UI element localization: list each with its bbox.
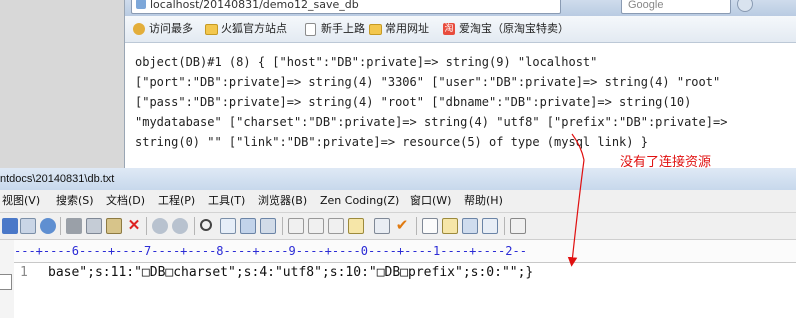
gear-icon	[133, 23, 145, 35]
editor-window: ntdocs\20140831\db.txt 视图(V) 搜索(S) 文档(D)…	[0, 168, 796, 318]
bookmark-label: 常用网址	[385, 22, 429, 35]
editor-toolbar: ✕ ✔	[0, 213, 796, 240]
bookmark-label: 火狐官方站点	[221, 22, 287, 35]
left-gutter	[0, 240, 15, 318]
word-wrap-icon[interactable]	[328, 218, 344, 234]
print-icon[interactable]	[2, 218, 18, 234]
taobao-icon: 淘	[443, 23, 455, 35]
menu-project[interactable]: 工程(P)	[158, 190, 195, 212]
spellcheck-icon[interactable]	[20, 218, 36, 234]
menu-window[interactable]: 窗口(W)	[410, 190, 451, 212]
code-line[interactable]: base";s:11:"□DB□charset";s:4:"utf8";s:10…	[48, 263, 533, 283]
search-placeholder: Google	[628, 0, 664, 11]
bookmark-common-sites[interactable]: 常用网址	[369, 21, 429, 37]
bookmark-most-visited[interactable]: 访问最多	[133, 21, 193, 37]
help-icon[interactable]	[510, 218, 526, 234]
menu-browser[interactable]: 浏览器(B)	[258, 190, 307, 212]
find-in-files-icon[interactable]	[240, 218, 256, 234]
menu-document[interactable]: 文档(D)	[106, 190, 145, 212]
bookmark-label: 访问最多	[149, 22, 193, 35]
editor-text-area[interactable]: 1 base";s:11:"□DB□charset";s:4:"utf8";s:…	[14, 263, 796, 318]
site-favicon-icon	[136, 0, 146, 9]
bookmark-firefox-site[interactable]: 火狐官方站点	[205, 21, 287, 37]
menu-zen-coding[interactable]: Zen Coding(Z)	[320, 190, 399, 212]
line-numbers-icon[interactable]	[348, 218, 364, 234]
redo-icon[interactable]	[172, 218, 188, 234]
editor-title-bar: ntdocs\20140831\db.txt	[0, 168, 796, 190]
address-bar[interactable]: localhost/20140831/demo12_save_db	[131, 0, 561, 14]
menu-search[interactable]: 搜索(S)	[56, 190, 94, 212]
toolbar-divider	[194, 217, 195, 235]
column-ruler: ---+----6----+----7----+----8----+----9-…	[14, 240, 796, 263]
spell-toggle-icon[interactable]	[374, 218, 390, 234]
folder-icon	[369, 24, 382, 35]
find-icon[interactable]	[200, 219, 212, 231]
hex-icon[interactable]	[308, 218, 324, 234]
folder-icon	[205, 24, 218, 35]
bookmark-label: 新手上路	[321, 22, 365, 35]
bookmark-taobao[interactable]: 淘 爱淘宝（原淘宝特卖）	[443, 21, 569, 37]
delete-icon[interactable]: ✕	[126, 218, 142, 234]
annotation-text: 没有了连接资源	[620, 155, 712, 170]
toolbar-divider	[504, 217, 505, 235]
cut-icon[interactable]	[66, 218, 82, 234]
address-bar-text: localhost/20140831/demo12_save_db	[150, 0, 359, 11]
page-output: object(DB)#1 (8) { ["host":"DB":private]…	[135, 52, 727, 152]
output-line: ["pass":"DB":private]=> string(4) "root"…	[135, 95, 692, 109]
menu-tools[interactable]: 工具(T)	[208, 190, 245, 212]
clip-library-icon[interactable]	[482, 218, 498, 234]
menu-help[interactable]: 帮助(H)	[464, 190, 503, 212]
toolbar-divider	[60, 217, 61, 235]
undo-icon[interactable]	[152, 218, 168, 234]
browser-navbar: localhost/20140831/demo12_save_db Google	[125, 0, 796, 16]
search-input[interactable]: Google	[621, 0, 731, 14]
browser-window: localhost/20140831/demo12_save_db Google…	[124, 0, 796, 168]
paste-icon[interactable]	[106, 218, 122, 234]
output-window-icon[interactable]	[442, 218, 458, 234]
editor-menu-bar: 视图(V) 搜索(S) 文档(D) 工程(P) 工具(T) 浏览器(B) Zen…	[0, 190, 796, 213]
menu-view[interactable]: 视图(V)	[2, 190, 40, 212]
page-icon	[305, 23, 316, 36]
bookmark-label: 爱淘宝（原淘宝特卖）	[459, 22, 569, 35]
goto-line-icon[interactable]	[260, 218, 276, 234]
gutter-tab-marker	[0, 274, 12, 290]
editor-title: ntdocs\20140831\db.txt	[0, 173, 115, 185]
bookmark-getting-started[interactable]: 新手上路	[305, 21, 365, 37]
document-icon[interactable]	[422, 218, 438, 234]
checkmark-icon[interactable]: ✔	[394, 218, 410, 234]
font-icon[interactable]	[288, 218, 304, 234]
bookmarks-toolbar: 访问最多 火狐官方站点 新手上路 常用网址 淘 爱淘宝（原淘宝特卖）	[125, 16, 796, 43]
line-number: 1	[20, 265, 28, 280]
output-line: object(DB)#1 (8) { ["host":"DB":private]…	[135, 55, 598, 69]
directory-icon[interactable]	[462, 218, 478, 234]
refresh-icon[interactable]	[40, 218, 56, 234]
toolbar-divider	[416, 217, 417, 235]
copy-icon[interactable]	[86, 218, 102, 234]
output-line: ["port":"DB":private]=> string(4) "3306"…	[135, 75, 721, 89]
replace-icon[interactable]	[220, 218, 236, 234]
toolbar-divider	[282, 217, 283, 235]
output-line: string(0) "" ["link":"DB":private]=> res…	[135, 135, 648, 149]
search-icon[interactable]	[737, 0, 753, 12]
output-line: "mydatabase" ["charset":"DB":private]=> …	[135, 115, 728, 129]
toolbar-divider	[146, 217, 147, 235]
